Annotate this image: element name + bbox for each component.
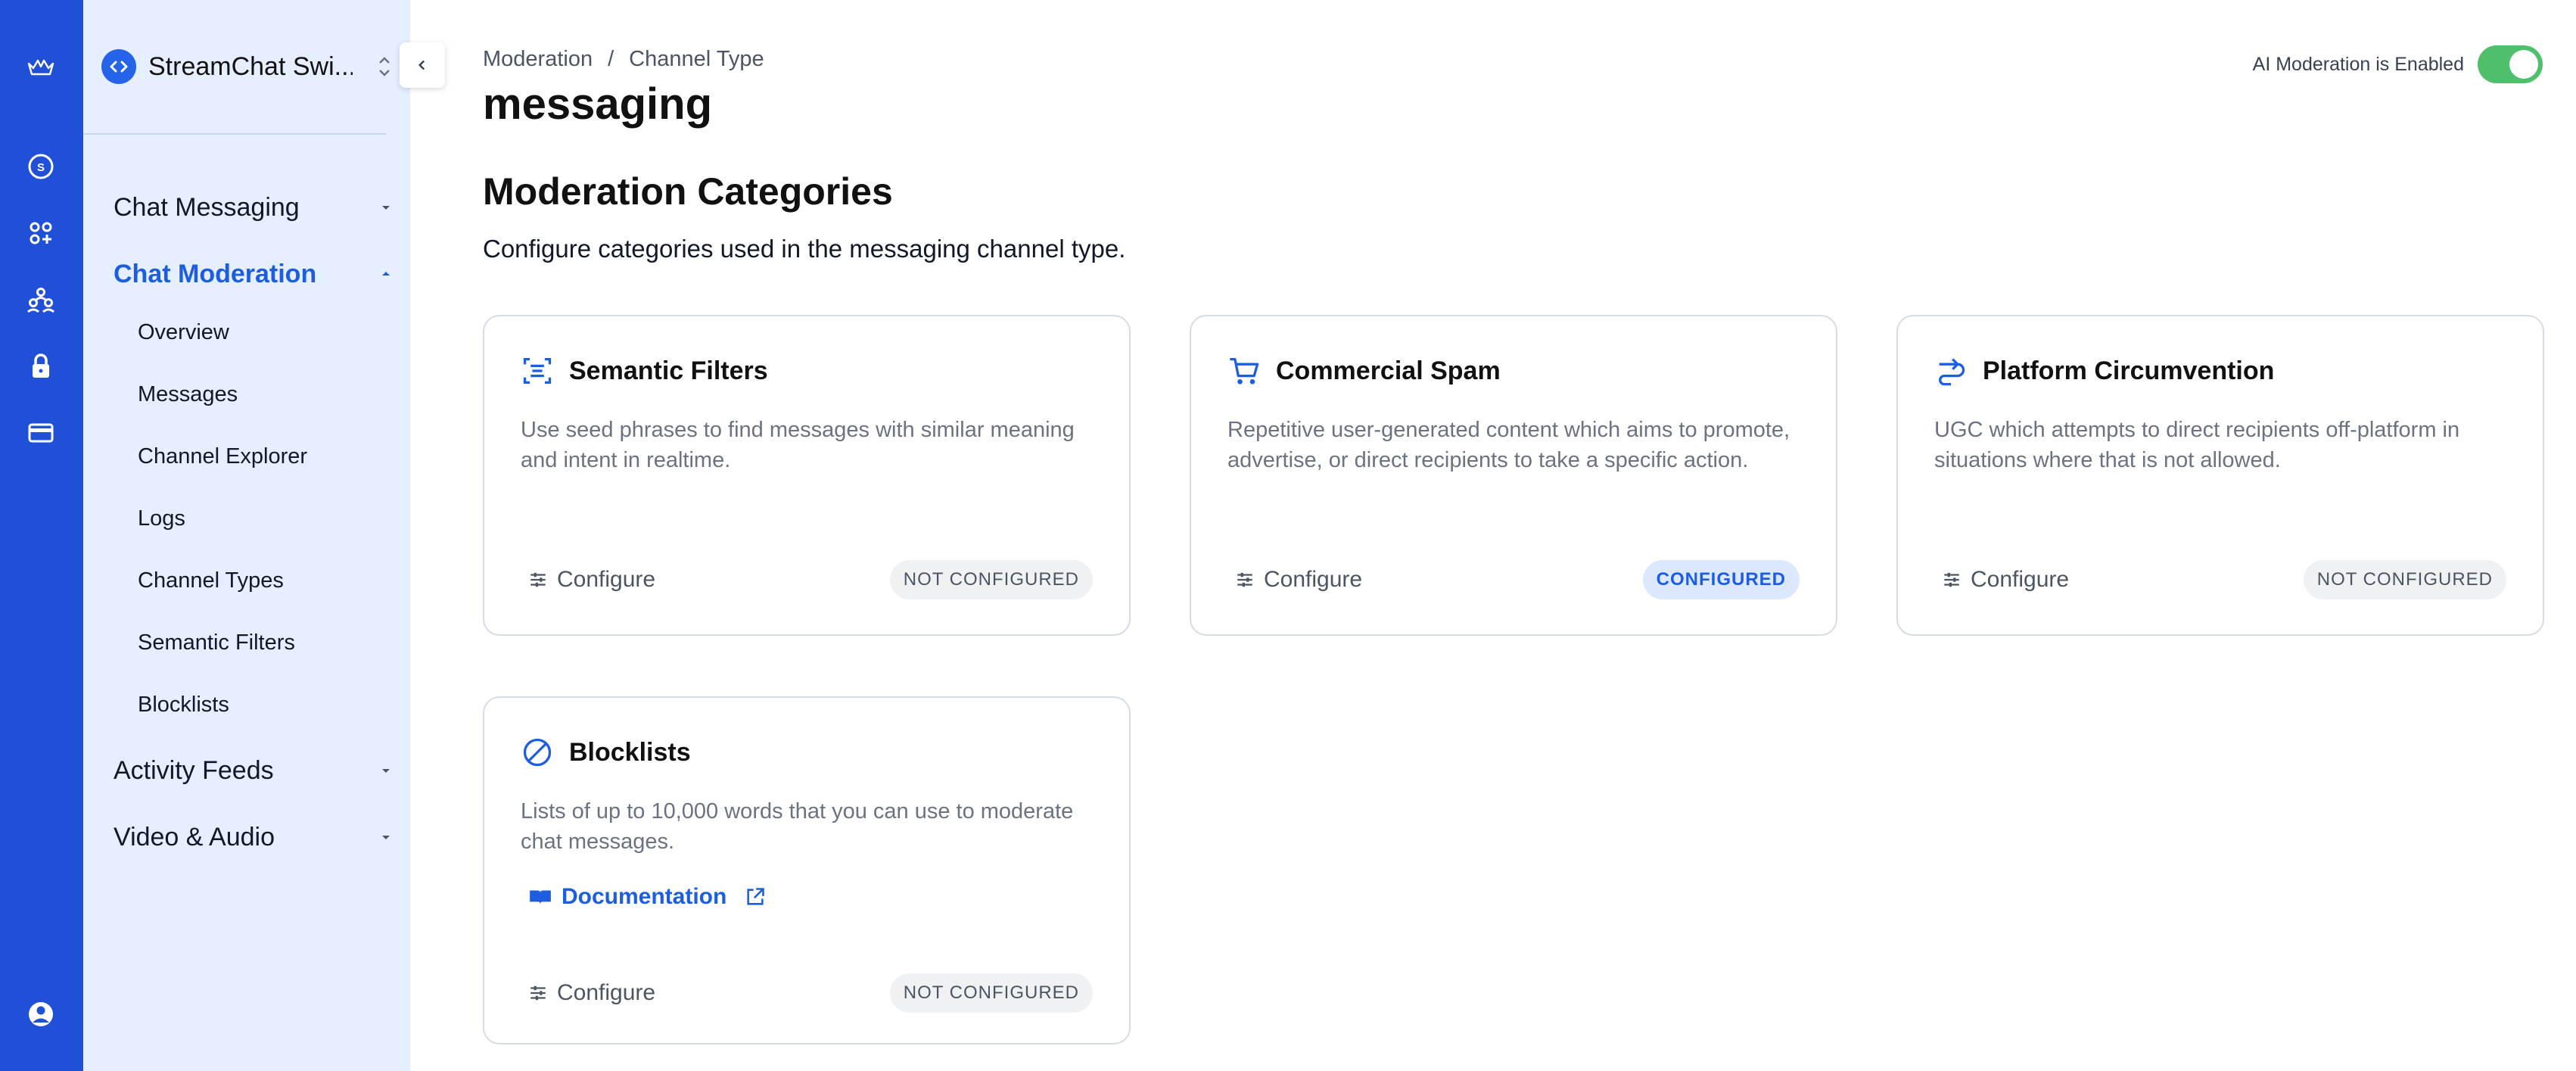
switch-knob <box>2509 50 2538 79</box>
card-description: Lists of up to 10,000 words that you can… <box>521 799 1074 854</box>
lock-icon[interactable] <box>23 348 59 385</box>
caret-down-icon <box>382 836 390 839</box>
dollar-icon[interactable]: S <box>23 148 59 185</box>
category-card-platform-circumvention: Platform Circumvention UGC which attempt… <box>1896 315 2544 636</box>
sliders-icon <box>530 985 546 1001</box>
team-icon[interactable] <box>23 282 59 318</box>
caret-up-icon <box>382 272 390 276</box>
card-title: Semantic Filters <box>569 356 768 385</box>
configure-button[interactable]: Configure <box>528 567 655 593</box>
sliders-icon <box>530 572 546 587</box>
svg-text:S: S <box>37 161 45 174</box>
block-icon <box>523 738 552 767</box>
card-description: Repetitive user-generated content which … <box>1227 418 1790 472</box>
app-rail: S <box>0 0 83 1071</box>
apps-icon[interactable] <box>23 215 59 251</box>
code-icon <box>101 49 136 84</box>
section-description: Configure categories used in the messagi… <box>483 235 1126 263</box>
status-badge: CONFIGURED <box>1642 560 1800 599</box>
caret-down-icon <box>382 206 390 210</box>
sidebar-section-activity-feeds[interactable]: Activity Feeds <box>114 748 394 793</box>
sidebar-section-video-audio[interactable]: Video & Audio <box>114 814 394 860</box>
card-title: Blocklists <box>569 737 691 767</box>
collapse-sidebar-button[interactable] <box>400 42 445 88</box>
filter-lines-icon <box>523 357 552 385</box>
shopping-cart-icon <box>1230 357 1259 385</box>
section-title: Moderation Categories <box>483 170 893 213</box>
breadcrumb-current: Channel Type <box>629 47 764 71</box>
updown-chevron-icon <box>375 51 394 86</box>
sidebar-item-channel-explorer[interactable]: Channel Explorer <box>138 437 307 475</box>
redirect-route-icon <box>1939 358 1965 386</box>
card-title: Platform Circumvention <box>1983 356 2275 385</box>
configure-button[interactable]: Configure <box>528 980 655 1006</box>
sidebar-item-overview[interactable]: Overview <box>138 313 229 351</box>
sliders-icon <box>1944 572 1959 587</box>
ai-moderation-toggle-group: AI Moderation is Enabled <box>2253 45 2543 83</box>
external-link-icon <box>747 888 765 905</box>
page-title: messaging <box>483 79 712 129</box>
boat-logo-icon[interactable] <box>23 48 59 85</box>
status-badge: NOT CONFIGURED <box>889 560 1093 599</box>
caret-down-icon <box>382 769 390 773</box>
card-title: Commercial Spam <box>1276 356 1501 385</box>
project-name: StreamChat Swi... <box>148 51 353 81</box>
sidebar-item-semantic-filters[interactable]: Semantic Filters <box>138 624 295 662</box>
sidebar-item-messages[interactable]: Messages <box>138 375 238 413</box>
project-sidebar: StreamChat Swi... Chat Messaging Chat Mo… <box>83 0 410 1071</box>
breadcrumb-separator: / <box>608 47 614 71</box>
configure-button[interactable]: Configure <box>1942 567 2069 593</box>
card-description: UGC which attempts to direct recipients … <box>1934 418 2460 472</box>
configure-button[interactable]: Configure <box>1235 567 1362 593</box>
ai-moderation-switch[interactable] <box>2478 45 2543 83</box>
status-badge: NOT CONFIGURED <box>889 973 1093 1013</box>
breadcrumb-moderation[interactable]: Moderation <box>483 47 593 72</box>
status-badge: NOT CONFIGURED <box>2303 560 2506 599</box>
billing-card-icon[interactable] <box>23 415 59 451</box>
sidebar-section-chat-moderation[interactable]: Chat Moderation <box>114 251 394 297</box>
ai-moderation-label: AI Moderation is Enabled <box>2252 53 2464 75</box>
sidebar-item-blocklists[interactable]: Blocklists <box>138 686 229 724</box>
breadcrumb: Moderation / Channel Type <box>483 47 764 72</box>
card-description: Use seed phrases to find messages with s… <box>521 418 1075 472</box>
project-switcher[interactable]: StreamChat Swi... <box>101 47 404 86</box>
category-card-commercial-spam: Commercial Spam Repetitive user-generate… <box>1190 315 1837 636</box>
account-icon[interactable] <box>23 996 59 1032</box>
sidebar-item-logs[interactable]: Logs <box>138 500 185 537</box>
category-card-semantic-filters: Semantic Filters Use seed phrases to fin… <box>483 315 1131 636</box>
sidebar-section-chat-messaging[interactable]: Chat Messaging <box>114 185 394 230</box>
documentation-link[interactable]: Documentation <box>528 884 766 910</box>
chevron-left-icon <box>418 60 425 70</box>
sliders-icon <box>1237 572 1252 587</box>
sidebar-item-channel-types[interactable]: Channel Types <box>138 562 284 599</box>
category-card-blocklists: Blocklists Lists of up to 10,000 words t… <box>483 696 1131 1045</box>
book-icon <box>530 890 551 904</box>
sidebar-divider <box>83 133 386 135</box>
